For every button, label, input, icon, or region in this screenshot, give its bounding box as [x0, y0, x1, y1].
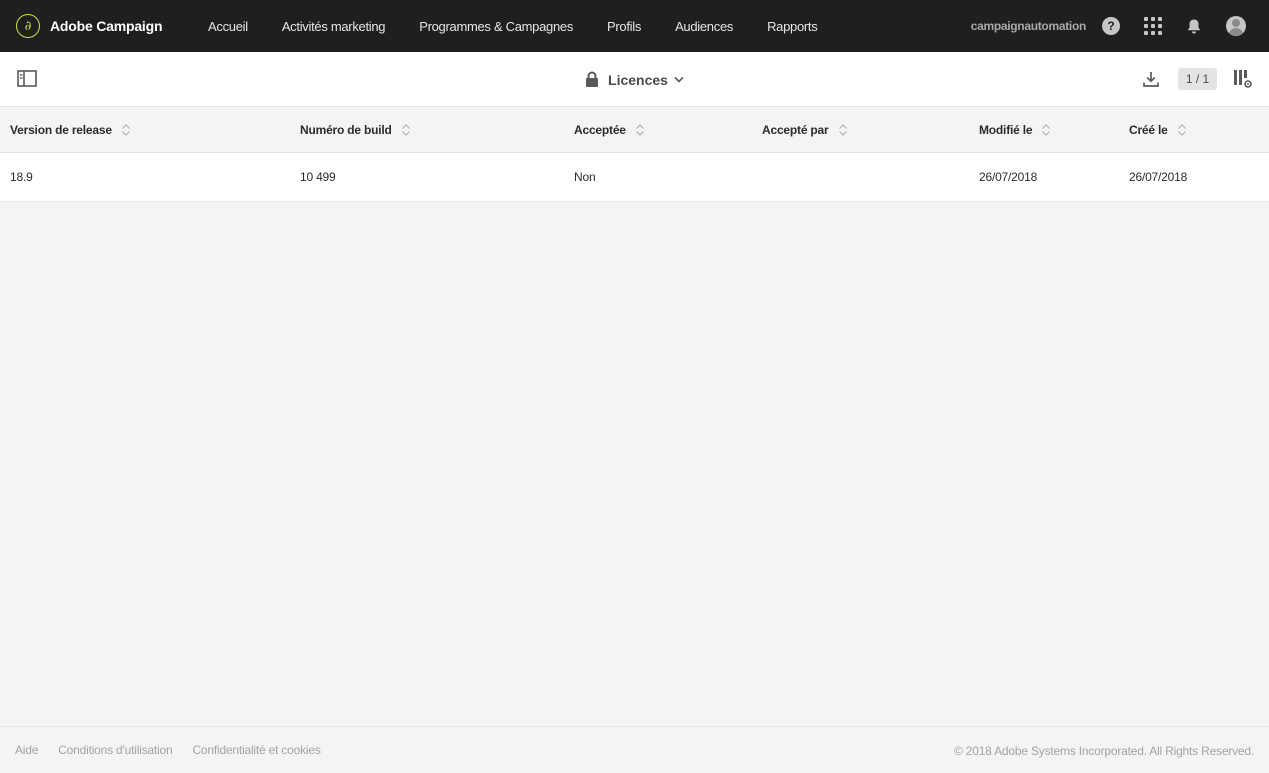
column-header-label: Accepté par	[762, 123, 829, 137]
top-right-actions: campaignautomation ?	[971, 0, 1269, 52]
sort-icon[interactable]	[401, 123, 411, 137]
table-row[interactable]: 18.9 10 499 Non 26/07/2018 26/07/2018	[0, 153, 1269, 202]
column-header-label: Numéro de build	[300, 123, 392, 137]
top-navigation-bar: ∂ Adobe Campaign Accueil Activités marke…	[0, 0, 1269, 52]
table-header: Version de release Numéro de build Accep…	[0, 107, 1269, 153]
brand[interactable]: ∂ Adobe Campaign	[16, 14, 208, 38]
nav-item-activites-marketing[interactable]: Activités marketing	[282, 19, 386, 34]
page-title: Licences	[608, 71, 668, 88]
column-header-accepte-par[interactable]: Accepté par	[762, 107, 848, 153]
column-header-cree-le[interactable]: Créé le	[1129, 107, 1187, 153]
page-toolbar: Licences 1 / 1	[0, 52, 1269, 107]
apps-grid-icon[interactable]	[1144, 17, 1162, 35]
adobe-campaign-logo-icon: ∂	[16, 14, 40, 38]
column-header-label: Acceptée	[574, 123, 626, 137]
cell-cree-le: 26/07/2018	[1129, 170, 1188, 184]
footer: Aide Conditions d'utilisation Confidenti…	[0, 726, 1269, 773]
nav-item-programmes-campagnes[interactable]: Programmes & Campagnes	[419, 19, 573, 34]
column-header-modifie-le[interactable]: Modifié le	[979, 107, 1051, 153]
footer-link-confidentialite[interactable]: Confidentialité et cookies	[192, 743, 320, 757]
help-icon[interactable]: ?	[1102, 17, 1120, 35]
sort-icon[interactable]	[838, 123, 848, 137]
avatar-icon[interactable]	[1226, 16, 1246, 36]
column-header-label: Créé le	[1129, 123, 1168, 137]
sort-icon[interactable]	[1177, 123, 1187, 137]
nav-item-rapports[interactable]: Rapports	[767, 19, 818, 34]
page-title-dropdown[interactable]: Licences	[0, 52, 1269, 107]
column-header-label: Version de release	[10, 123, 112, 137]
sort-icon[interactable]	[121, 123, 131, 137]
app-name: Adobe Campaign	[50, 18, 163, 34]
sort-icon[interactable]	[1041, 123, 1051, 137]
nav-item-audiences[interactable]: Audiences	[675, 19, 733, 34]
copyright-text: © 2018 Adobe Systems Incorporated. All R…	[953, 743, 1254, 758]
cell-version-release: 18.9	[10, 170, 33, 184]
footer-link-conditions[interactable]: Conditions d'utilisation	[58, 743, 172, 757]
column-header-label: Modifié le	[979, 123, 1033, 137]
main-nav: Accueil Activités marketing Programmes &…	[208, 19, 851, 34]
cell-numero-build: 10 499	[300, 170, 336, 184]
nav-item-accueil[interactable]: Accueil	[208, 19, 248, 34]
licences-table: Version de release Numéro de build Accep…	[0, 107, 1269, 202]
column-header-numero-build[interactable]: Numéro de build	[300, 107, 411, 153]
column-settings-icon[interactable]	[1233, 69, 1253, 94]
download-icon[interactable]	[1142, 70, 1160, 93]
sort-icon[interactable]	[635, 123, 645, 137]
column-header-version-release[interactable]: Version de release	[10, 107, 131, 153]
pagination-indicator: 1 / 1	[1178, 68, 1217, 90]
column-header-acceptee[interactable]: Acceptée	[574, 107, 645, 153]
bell-icon[interactable]	[1186, 18, 1202, 35]
cell-modifie-le: 26/07/2018	[979, 170, 1038, 184]
lock-icon	[585, 71, 599, 88]
chevron-down-icon	[674, 76, 684, 83]
cell-acceptee: Non	[574, 170, 596, 184]
nav-item-profils[interactable]: Profils	[607, 19, 641, 34]
footer-link-aide[interactable]: Aide	[15, 743, 38, 757]
username[interactable]: campaignautomation	[971, 19, 1087, 33]
